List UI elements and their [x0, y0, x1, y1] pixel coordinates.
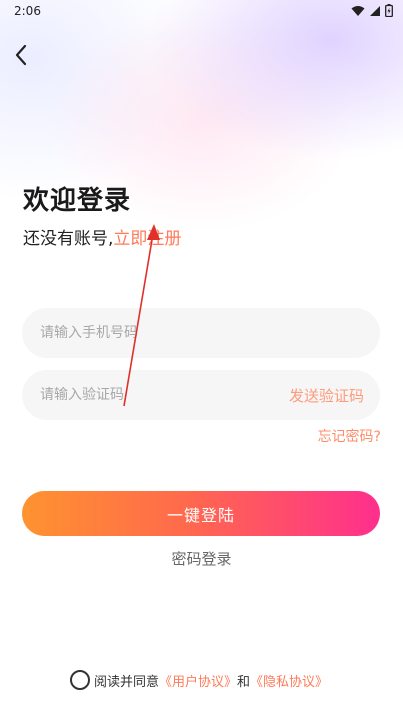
one-click-login-button[interactable]: 一键登陆 — [22, 491, 380, 536]
status-bar: 2:06 — [0, 0, 403, 24]
wifi-icon — [351, 5, 365, 16]
header-background — [0, 0, 403, 330]
phone-input[interactable] — [38, 324, 364, 342]
agree-radio[interactable] — [70, 670, 90, 690]
agreement-prefix: 阅读并同意 — [94, 674, 160, 690]
signal-icon — [370, 5, 380, 16]
battery-icon — [385, 4, 393, 17]
page-title: 欢迎登录 — [23, 186, 132, 216]
password-login-link[interactable]: 密码登录 — [0, 548, 403, 569]
forgot-password-link[interactable]: 忘记密码? — [318, 426, 381, 446]
register-link[interactable]: 立即注册 — [113, 229, 181, 249]
phone-field[interactable] — [22, 308, 380, 358]
agreement-row: 阅读并同意 《用户协议》 和 《隐私协议》 — [70, 670, 328, 690]
user-agreement-link[interactable]: 《用户协议》 — [159, 671, 237, 690]
back-button[interactable] — [6, 40, 36, 70]
register-prompt-line: 还没有账号,立即注册 — [23, 224, 181, 249]
code-input[interactable] — [38, 386, 289, 404]
agreement-and: 和 — [237, 674, 251, 690]
register-prompt: 还没有账号, — [23, 229, 114, 249]
chevron-left-icon — [15, 44, 27, 66]
status-time: 2:06 — [14, 4, 41, 18]
status-icons — [351, 4, 393, 17]
send-code-button[interactable]: 发送验证码 — [289, 385, 364, 406]
code-field[interactable]: 发送验证码 — [22, 370, 380, 420]
privacy-policy-link[interactable]: 《隐私协议》 — [250, 671, 328, 690]
